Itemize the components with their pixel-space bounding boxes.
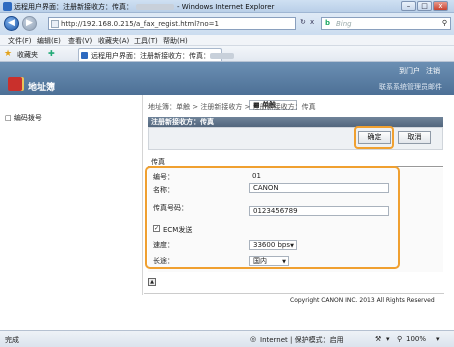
menu-bar: 文件(F) 编辑(E) 查看(V) 收藏夹(A) 工具(T) 帮助(H): [0, 35, 454, 46]
address-book-icon: [8, 77, 22, 91]
panel-title: 注册新接收方：传真: [148, 117, 443, 127]
protected-mode-icon[interactable]: ⚒: [375, 335, 381, 343]
chevron-down-icon[interactable]: ▾: [386, 335, 390, 343]
zoom-level[interactable]: 100%: [406, 335, 426, 343]
bullet-icon: □: [5, 114, 14, 122]
url-text: http://192.168.0.215/a_fax_regist.html?n…: [61, 20, 219, 28]
add-favorites-icon[interactable]: ✚: [48, 49, 55, 58]
sidebar-item-coded-dial[interactable]: □ 编码拨号: [5, 113, 42, 123]
refresh-icon[interactable]: ↻: [300, 18, 306, 26]
ie-icon: [3, 2, 12, 11]
search-icon[interactable]: ⚲: [442, 19, 447, 27]
menu-file[interactable]: 文件(F): [8, 36, 32, 46]
favorites-label[interactable]: 收藏夹: [17, 50, 38, 60]
back-button[interactable]: ◀: [4, 16, 19, 31]
bing-icon: b: [325, 19, 331, 27]
footer-divider: [144, 293, 444, 294]
zone-text: Internet | 保护模式：启用: [260, 336, 344, 344]
cancel-button[interactable]: 取消: [398, 131, 431, 144]
app-header: 地址簿 到门户 注销 联系系统管理员邮件: [0, 62, 454, 95]
window-titlebar: 远程用户界面：注册新接收方：传真： - Windows Internet Expl…: [0, 0, 454, 13]
menu-favorites[interactable]: 收藏夹(A): [98, 36, 129, 46]
star-icon[interactable]: ★: [4, 49, 12, 59]
favorites-bar: ★ 收藏夹 ✚ 远程用户界面：注册新接收方：传真：: [0, 46, 454, 62]
portal-link[interactable]: 到门户: [399, 67, 420, 75]
status-bar: 完成 ◎ Internet | 保护模式：启用 ⚒ ▾ ⚲ 100% ▾: [0, 330, 454, 347]
chevron-down-icon[interactable]: ▾: [436, 335, 440, 343]
search-input[interactable]: b Bing ⚲: [321, 17, 451, 30]
address-bar: ◀ ▶ http://192.168.0.215/a_fax_regist.ht…: [0, 13, 454, 35]
window-title-suffix: - Windows Internet Explorer: [177, 3, 275, 11]
breadcrumb: 地址簿：单触 > 注册新接收方 > 注册新接收方：传真: [148, 103, 316, 111]
sidebar: ■ 单触 □ 编码拨号: [0, 95, 297, 295]
ok-button[interactable]: 确定: [358, 131, 391, 144]
search-placeholder: Bing: [336, 20, 352, 28]
globe-icon: ◎: [250, 335, 257, 343]
maximize-button[interactable]: □: [417, 1, 432, 11]
highlight-box: [145, 166, 400, 269]
admin-mail-link[interactable]: 联系系统管理员邮件: [379, 82, 442, 92]
browser-tab[interactable]: 远程用户界面：注册新接收方：传真：: [78, 48, 234, 61]
redacted-text: [210, 53, 234, 59]
close-button[interactable]: x: [433, 1, 448, 11]
copyright: Copyright CANON INC. 2013 All Rights Res…: [290, 297, 435, 304]
tab-title: 远程用户界面：注册新接收方：传真：: [91, 51, 234, 61]
stop-icon[interactable]: x: [310, 18, 314, 26]
page-icon: [51, 20, 59, 28]
header-links: 到门户 注销: [393, 66, 440, 76]
redacted-text: [136, 4, 174, 10]
sidebar-item-label: 编码拨号: [13, 114, 42, 122]
page-title: 地址簿: [28, 83, 56, 93]
status-text: 完成: [5, 336, 19, 344]
forward-button[interactable]: ▶: [22, 16, 37, 31]
logout-link[interactable]: 注销: [426, 67, 440, 75]
window-title: 远程用户界面：注册新接收方：传真： - Windows Internet Expl…: [14, 2, 274, 12]
tab-title-text: 远程用户界面：注册新接收方：传真：: [91, 52, 210, 60]
menu-edit[interactable]: 编辑(E): [37, 36, 61, 46]
window-title-prefix: 远程用户界面：注册新接收方：传真：: [14, 3, 133, 11]
zoom-icon[interactable]: ⚲: [397, 335, 402, 343]
menu-help[interactable]: 帮助(H): [163, 36, 188, 46]
minimize-button[interactable]: –: [401, 1, 416, 11]
menu-tools[interactable]: 工具(T): [134, 36, 158, 46]
tab-icon: [81, 52, 88, 59]
menu-view[interactable]: 查看(V): [68, 36, 92, 46]
back-to-top-button[interactable]: ▲: [148, 278, 156, 286]
url-field[interactable]: http://192.168.0.215/a_fax_regist.html?n…: [48, 17, 296, 30]
